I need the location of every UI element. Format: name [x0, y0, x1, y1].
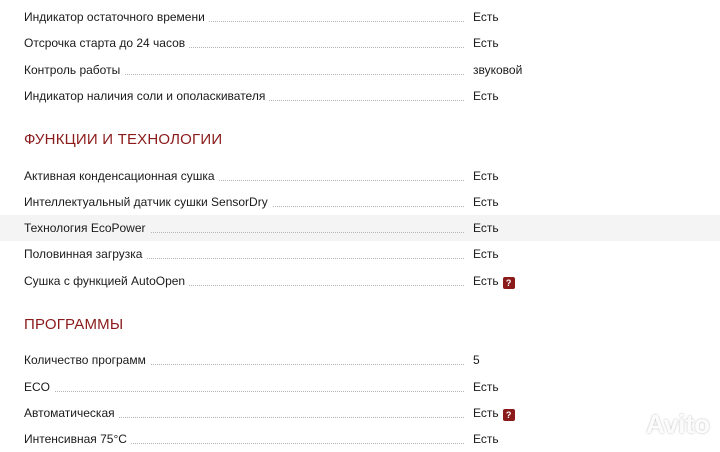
spec-value: Есть?	[473, 273, 515, 289]
spec-row: Активная конденсационная сушка Есть	[0, 163, 720, 189]
spec-value-text: Есть	[473, 274, 499, 288]
spec-label: Половинная загрузка	[24, 246, 147, 262]
spec-value: Есть	[473, 169, 499, 183]
spec-label: ECO	[24, 379, 55, 395]
spec-row: Половинная загрузка Есть	[0, 241, 720, 267]
spec-row: Интеллектуальный датчик сушки SensorDry …	[0, 189, 720, 215]
spec-value: Есть	[473, 247, 499, 261]
spec-value: звуковой	[473, 63, 523, 77]
spec-label: Индикатор остаточного времени	[24, 9, 209, 25]
spec-value: Есть	[473, 380, 499, 394]
section-title-programs: ПРОГРАММЫ	[24, 316, 124, 333]
spec-label: Интенсивная 75°C	[24, 431, 131, 447]
spec-row: Сушка с функцией AutoOpen Есть?	[0, 268, 720, 294]
spec-row-highlighted: Технология EcoPower Есть	[0, 215, 720, 241]
spec-table: Индикатор остаточного времени Есть Отсро…	[0, 0, 720, 449]
spec-value: Есть	[473, 36, 499, 50]
spec-label: Интеллектуальный датчик сушки SensorDry	[24, 194, 272, 210]
dotted-leader	[24, 391, 464, 392]
section-title-functions: ФУНКЦИИ И ТЕХНОЛОГИИ	[24, 131, 223, 148]
avito-logo-icon	[609, 408, 640, 438]
spec-value: Есть	[473, 432, 499, 446]
spec-value: Есть	[473, 221, 499, 235]
spec-label: Сушка с функцией AutoOpen	[24, 273, 190, 289]
spec-value: Есть	[473, 10, 499, 24]
spec-row: Контроль работы звуковой	[0, 57, 720, 83]
spec-label: Технология EcoPower	[24, 220, 150, 236]
spec-row: Индикатор остаточного времени Есть	[0, 4, 720, 30]
question-mark-icon[interactable]: ?	[502, 409, 515, 421]
spec-row: Индикатор наличия соли и ополаскивателя …	[0, 83, 720, 109]
spec-value: Есть?	[473, 405, 515, 421]
question-mark-icon[interactable]: ?	[502, 277, 515, 289]
spec-label: Автоматическая	[24, 405, 119, 421]
spec-value: Есть	[473, 89, 499, 103]
spec-label: Отсрочка старта до 24 часов	[24, 35, 190, 51]
spec-label: Количество программ	[24, 352, 150, 368]
spec-row: Количество программ 5	[0, 347, 720, 373]
watermark-text: Avito	[646, 408, 711, 439]
spec-row: Отсрочка старта до 24 часов Есть	[0, 30, 720, 56]
spec-label: Активная конденсационная сушка	[24, 168, 219, 184]
spec-label: Индикатор наличия соли и ополаскивателя	[24, 88, 270, 104]
spec-value-text: Есть	[473, 406, 499, 420]
spec-label: Контроль работы	[24, 62, 125, 78]
avito-watermark: Avito	[608, 405, 710, 443]
spec-row: ECO Есть	[0, 374, 720, 400]
spec-value: Есть	[473, 195, 499, 209]
spec-value: 5	[473, 353, 480, 367]
